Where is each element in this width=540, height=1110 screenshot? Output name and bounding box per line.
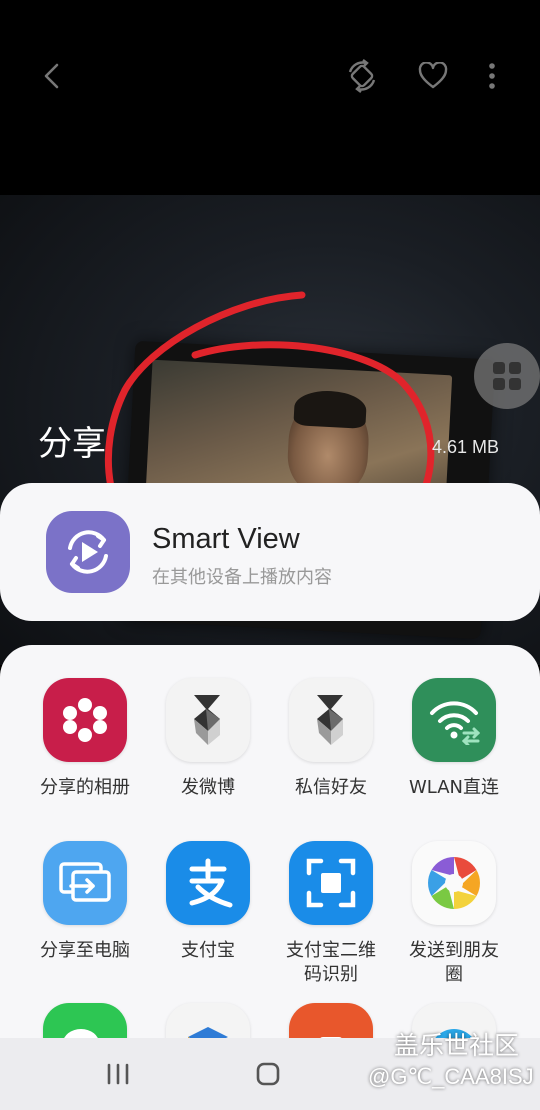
more-vertical-icon[interactable] [468,52,516,100]
app-label: 分享至电脑 [40,940,130,961]
rotate-screen-icon[interactable] [338,52,386,100]
wifi-direct-icon [412,678,496,762]
alipay-icon [166,841,250,925]
recent-apps-icon[interactable] [88,1052,148,1096]
file-size: 4.61 MB [432,437,500,457]
app-weibo-message[interactable]: 私信好友 [266,678,396,800]
smart-view-icon [46,511,130,593]
app-shared-album[interactable]: 分享的相册 [20,678,150,800]
home-icon[interactable] [238,1052,298,1096]
chevron-left-icon[interactable] [28,52,76,100]
watermark-brand: 盖乐世社区 [394,1031,520,1060]
share-title: 分享 [38,424,106,464]
watermark-user: @G℃_CAA8ISJ [368,1064,534,1089]
moments-icon [412,841,496,925]
app-label: 发送到朋友 圈 [409,940,499,985]
app-wlan-direct[interactable]: WLAN直连 [389,678,519,800]
app-label: 发微博 [181,777,235,798]
app-label: WLAN直连 [408,777,500,798]
share-to-pc-icon [43,841,127,925]
person-hair [293,389,368,429]
app-share-to-pc[interactable]: 分享至电脑 [20,841,150,963]
top-toolbar [0,0,540,150]
app-weibo-post[interactable]: 发微博 [143,678,273,800]
app-label: 支付宝 [181,940,235,961]
smart-view-subtitle: 在其他设备上播放内容 [152,567,332,588]
weibo-s-icon [166,678,250,762]
grid-view-button[interactable] [474,343,540,409]
heart-outline-icon[interactable] [409,52,457,100]
app-alipay-qr-scan[interactable]: 支付宝二维 码识别 [266,841,396,987]
grid-icon [493,362,521,390]
weibo-s-icon [289,678,373,762]
smart-view-card[interactable]: Smart View 在其他设备上播放内容 [0,483,540,621]
app-wechat-moments[interactable]: 发送到朋友 圈 [389,841,519,987]
shared-album-icon [43,678,127,762]
app-label: 私信好友 [295,777,367,798]
app-label: 分享的相册 [40,777,130,798]
app-alipay[interactable]: 支付宝 [143,841,273,963]
app-label: 支付宝二维 码识别 [286,940,376,985]
smart-view-title: Smart View [152,523,300,555]
alipay-scan-icon [289,841,373,925]
